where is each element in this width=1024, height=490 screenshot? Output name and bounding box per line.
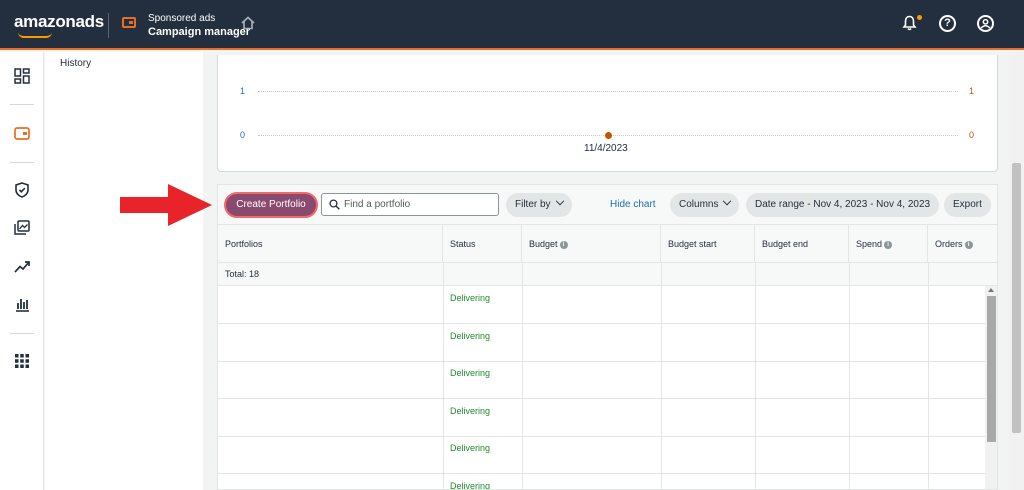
- column-label: Portfolios: [225, 239, 263, 249]
- status-delivering: Delivering: [450, 331, 491, 341]
- column-divider: [443, 263, 444, 489]
- search-input[interactable]: [344, 196, 494, 213]
- column-header-portfolios[interactable]: Portfolios: [218, 225, 443, 263]
- column-header-orders[interactable]: Orders i: [928, 225, 997, 263]
- right-axis-tick: 0: [969, 130, 975, 140]
- column-label: Budget: [529, 239, 558, 249]
- column-header-budget-start[interactable]: Budget start: [661, 225, 755, 263]
- app-title[interactable]: Campaign manager: [148, 26, 250, 38]
- table-row[interactable]: Delivering: [218, 399, 988, 437]
- right-axis-tick: 1: [969, 86, 975, 96]
- amazon-ads-logo[interactable]: amazonads: [14, 12, 104, 38]
- column-divider: [661, 263, 662, 489]
- info-icon[interactable]: i: [884, 240, 893, 249]
- filter-by-dropdown[interactable]: Filter by: [506, 193, 572, 217]
- status-delivering: Delivering: [450, 481, 491, 490]
- chevron-down-icon: [723, 196, 732, 206]
- notification-dot: [917, 15, 922, 20]
- column-header-budget-end[interactable]: Budget end: [755, 225, 849, 263]
- hide-chart-link[interactable]: Hide chart: [610, 199, 656, 210]
- table-header: Portfolios Status Budget i Budget start B…: [218, 225, 997, 263]
- scroll-up-icon[interactable]: [988, 288, 994, 292]
- account-icon[interactable]: [977, 15, 994, 32]
- status-delivering: Delivering: [450, 406, 491, 416]
- columns-label: Columns: [679, 199, 719, 210]
- scrollbar-thumb[interactable]: [1012, 163, 1021, 433]
- column-divider: [849, 263, 850, 489]
- table-row[interactable]: Delivering: [218, 436, 988, 474]
- rail-divider: [10, 333, 34, 334]
- column-label: Budget start: [668, 239, 717, 249]
- table-row[interactable]: Delivering: [218, 474, 988, 490]
- status-delivering: Delivering: [450, 443, 491, 453]
- column-divider: [928, 263, 929, 489]
- portfolio-toolbar: Create Portfolio Filter by Hide chart Co…: [217, 184, 998, 224]
- history-link[interactable]: History: [60, 58, 91, 69]
- total-row: Total: 18: [218, 263, 997, 286]
- export-button[interactable]: Export: [944, 193, 991, 217]
- trend-icon[interactable]: [14, 258, 30, 274]
- table-row[interactable]: Delivering: [218, 324, 988, 362]
- table-row[interactable]: Delivering: [218, 286, 988, 324]
- status-delivering: Delivering: [450, 368, 491, 378]
- reports-icon[interactable]: [14, 296, 30, 312]
- app-subtitle: Sponsored ads: [148, 13, 216, 24]
- total-count: Total: 18: [225, 269, 260, 279]
- table-scrollbar[interactable]: [985, 286, 997, 489]
- rail-divider: [10, 104, 34, 105]
- rail-divider: [10, 162, 34, 163]
- columns-dropdown[interactable]: Columns: [670, 193, 740, 217]
- scrollbar-thumb[interactable]: [987, 296, 996, 442]
- help-icon[interactable]: ?: [939, 15, 956, 32]
- left-axis-tick: 0: [240, 130, 246, 140]
- info-icon[interactable]: i: [559, 240, 568, 249]
- column-label: Orders: [935, 239, 963, 249]
- info-icon[interactable]: i: [964, 240, 973, 249]
- performance-chart: 1 0 1 0 11/4/2023: [217, 55, 998, 172]
- column-divider: [522, 263, 523, 489]
- left-axis-tick: 1: [240, 86, 246, 96]
- top-bar: amazonads Sponsored ads Campaign manager…: [0, 0, 1024, 50]
- wallet-icon: [122, 17, 136, 28]
- chevron-down-icon: [555, 196, 564, 206]
- column-header-status[interactable]: Status: [443, 225, 522, 263]
- filter-by-label: Filter by: [515, 199, 551, 210]
- portfolio-search: [321, 193, 499, 216]
- left-rail: [0, 52, 44, 490]
- x-axis-tick: 11/4/2023: [584, 143, 628, 154]
- media-library-icon[interactable]: [14, 220, 30, 236]
- side-panel: History: [45, 52, 203, 490]
- shield-icon[interactable]: [14, 182, 30, 198]
- column-label: Budget end: [762, 239, 809, 249]
- create-portfolio-button[interactable]: Create Portfolio: [224, 192, 318, 218]
- dashboard-icon[interactable]: [14, 68, 30, 84]
- wallet-icon[interactable]: [14, 125, 30, 141]
- column-divider: [755, 263, 756, 489]
- column-header-budget[interactable]: Budget i: [522, 225, 661, 263]
- gridline: [258, 91, 958, 92]
- logo-smile: [18, 32, 52, 38]
- portfolios-table: Portfolios Status Budget i Budget start B…: [217, 224, 998, 490]
- column-label: Spend: [856, 239, 883, 249]
- home-icon[interactable]: [241, 16, 255, 35]
- search-icon: [329, 199, 340, 210]
- header-divider: [108, 13, 109, 38]
- column-label: Status: [450, 239, 476, 249]
- table-row[interactable]: Delivering: [218, 361, 988, 399]
- logo-text: amazonads: [14, 12, 104, 31]
- apps-grid-icon[interactable]: [14, 353, 30, 369]
- status-delivering: Delivering: [450, 293, 491, 303]
- data-point[interactable]: [604, 131, 612, 139]
- column-header-spend[interactable]: Spend i: [849, 225, 928, 263]
- date-range-button[interactable]: Date range - Nov 4, 2023 - Nov 4, 2023: [746, 193, 940, 217]
- annotation-arrow: [120, 184, 212, 226]
- bell-icon[interactable]: [902, 15, 917, 31]
- page-scrollbar[interactable]: [1009, 52, 1024, 490]
